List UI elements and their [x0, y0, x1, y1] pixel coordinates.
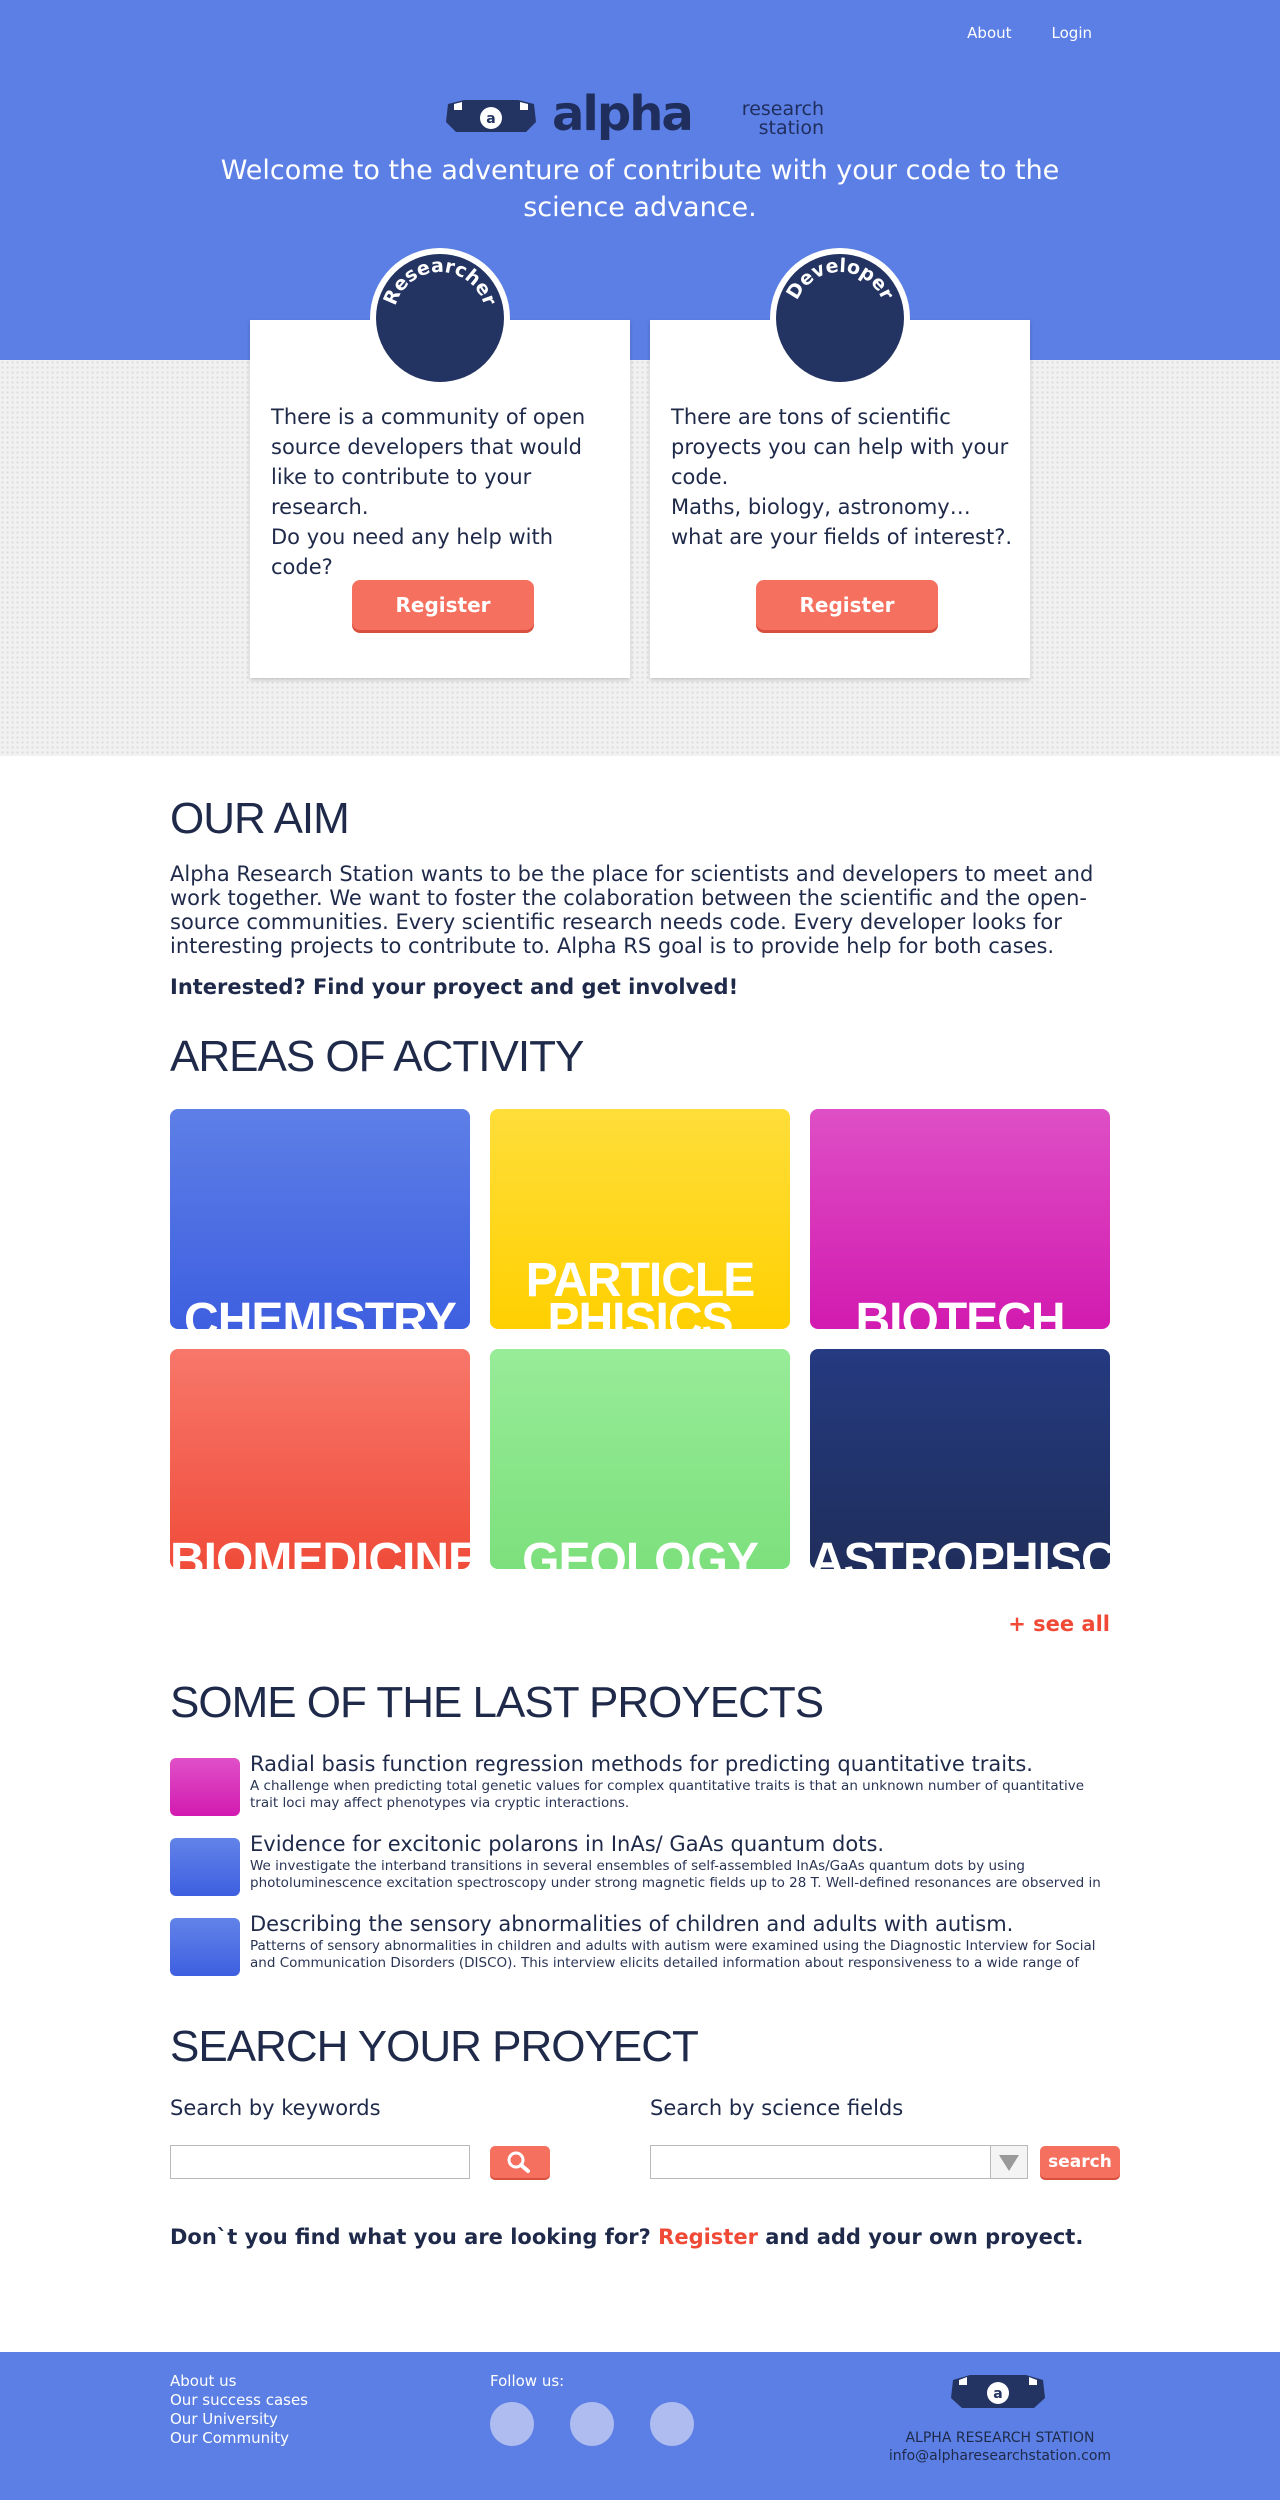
- logo-subtitle: research station: [740, 100, 824, 138]
- project-title[interactable]: Radial basis function regression methods…: [250, 1752, 1033, 1776]
- developer-badge: Developer: [770, 248, 910, 388]
- footer-logo-icon: a: [951, 2375, 1045, 2408]
- science-fields-dropdown-toggle[interactable]: [990, 2145, 1028, 2179]
- register-cta-text-before: Don`t you find what you are looking for?: [170, 2225, 651, 2249]
- researcher-card: Researcher There is a community of open …: [250, 248, 630, 678]
- researcher-badge-label-svg: Researcher: [379, 255, 501, 309]
- footer-logo-letter: a: [993, 2386, 1002, 2402]
- footer-links: About us Our success cases Our Universit…: [170, 2372, 308, 2448]
- area-tile-astrophiscs[interactable]: ASTROPHISCS: [810, 1349, 1110, 1569]
- developer-badge-label-svg: Developer: [782, 255, 898, 304]
- areas-title: AREAS OF ACTIVITY: [170, 1032, 584, 1081]
- area-tile-geology[interactable]: GEOLOGY: [490, 1349, 790, 1569]
- logo-wordmark: alpha: [552, 86, 694, 142]
- search-icon: [507, 2151, 530, 2173]
- researcher-badge-label: Researcher: [379, 255, 501, 309]
- footer-link-success-cases[interactable]: Our success cases: [170, 2391, 308, 2410]
- svg-text:Developer: Developer: [782, 255, 898, 304]
- area-tile-chemistry[interactable]: CHEMISTRY: [170, 1109, 470, 1329]
- project-title[interactable]: Describing the sensory abnormalities of …: [250, 1912, 1013, 1936]
- project-item[interactable]: Radial basis function regression methods…: [170, 1752, 1110, 1816]
- nav-login-link[interactable]: Login: [1052, 24, 1092, 42]
- dropdown-triangle-icon: [999, 2155, 1019, 2171]
- search-title: SEARCH YOUR PROYECT: [170, 2022, 699, 2071]
- project-thumbnail: [170, 1918, 240, 1976]
- project-description: We investigate the interband transitions…: [250, 1858, 1101, 1891]
- project-description: A challenge when predicting total geneti…: [250, 1778, 1085, 1811]
- science-fields-select[interactable]: [650, 2145, 992, 2179]
- area-tile-label: ASTROPHISCS: [810, 1534, 1110, 1570]
- our-aim-text: Alpha Research Station wants to be the p…: [170, 862, 1094, 958]
- social-link-2-icon[interactable]: [570, 2402, 614, 2446]
- nav-about-link[interactable]: About: [967, 24, 1011, 42]
- project-item[interactable]: Describing the sensory abnormalities of …: [170, 1912, 1110, 1976]
- footer-link-community[interactable]: Our Community: [170, 2429, 308, 2448]
- researcher-card-text: There is a community of open source deve…: [271, 405, 586, 579]
- project-thumbnail: [170, 1838, 240, 1896]
- project-item[interactable]: Evidence for excitonic polarons in InAs/…: [170, 1832, 1110, 1896]
- footer-email[interactable]: info@alpharesearchstation.com: [840, 2448, 1160, 2464]
- register-cta: Don`t you find what you are looking for?…: [170, 2225, 1083, 2249]
- area-tile-biotech[interactable]: BIOTECH: [810, 1109, 1110, 1329]
- developer-badge-label: Developer: [782, 255, 898, 304]
- footer-org-name: ALPHA RESEARCH STATION: [905, 2430, 1095, 2446]
- our-aim-title: OUR AIM: [170, 794, 350, 843]
- site-footer: About us Our success cases Our Universit…: [0, 2352, 1280, 2500]
- researcher-badge: Researcher: [370, 248, 510, 388]
- footer-link-about-us[interactable]: About us: [170, 2372, 308, 2391]
- developer-register-button[interactable]: Register: [756, 580, 938, 630]
- register-cta-text-after: and add your own proyect.: [765, 2225, 1084, 2249]
- project-title[interactable]: Evidence for excitonic polarons in InAs/…: [250, 1832, 884, 1856]
- area-tile-label: GEOLOGY: [522, 1534, 759, 1570]
- hero-tagline: Welcome to the adventure of contribute w…: [220, 155, 1060, 223]
- area-tile-label: CHEMISTRY: [184, 1294, 457, 1330]
- search-keywords-button[interactable]: [490, 2146, 550, 2178]
- projects-title: SOME OF THE LAST PROYECTS: [170, 1678, 824, 1727]
- logo-subtitle-line2: station: [758, 117, 824, 139]
- search-keywords-input[interactable]: [170, 2145, 470, 2179]
- follow-us-label: Follow us:: [490, 2372, 565, 2390]
- developer-card: Developer There are tons of scientific p…: [650, 248, 1030, 678]
- area-tile-particle-phisics[interactable]: PARTICLE PHISICS: [490, 1109, 790, 1329]
- search-fields-label: Search by science fields: [650, 2096, 904, 2120]
- search-button[interactable]: search: [1040, 2146, 1120, 2178]
- footer-link-university[interactable]: Our University: [170, 2410, 308, 2429]
- alpha-station-logo-icon: a: [446, 100, 536, 132]
- site-logo[interactable]: a alpha research station: [444, 86, 844, 142]
- researcher-register-button[interactable]: Register: [352, 580, 534, 630]
- logo-mark-letter: a: [486, 111, 495, 127]
- see-all-areas-link[interactable]: + see all: [1008, 1612, 1110, 1636]
- area-tile-label: BIOMEDICINE: [170, 1534, 470, 1570]
- svg-text:Researcher: Researcher: [379, 255, 501, 309]
- area-tile-biomedicine[interactable]: BIOMEDICINE: [170, 1349, 470, 1569]
- search-keywords-label: Search by keywords: [170, 2096, 381, 2120]
- social-link-3-icon[interactable]: [650, 2402, 694, 2446]
- developer-card-text: There are tons of scientific proyects yo…: [671, 405, 1013, 549]
- our-aim-cta: Interested? Find your proyect and get in…: [170, 975, 739, 999]
- area-tile-label: BIOTECH: [855, 1294, 1066, 1330]
- area-tile-label: PARTICLE PHISICS: [525, 1254, 755, 1330]
- project-description: Patterns of sensory abnormalities in chi…: [250, 1938, 1096, 1971]
- project-thumbnail: [170, 1758, 240, 1816]
- top-nav: About Login: [967, 24, 1092, 42]
- register-cta-link[interactable]: Register: [658, 2225, 758, 2249]
- hero-pattern-background: [0, 360, 1280, 756]
- social-link-1-icon[interactable]: [490, 2402, 534, 2446]
